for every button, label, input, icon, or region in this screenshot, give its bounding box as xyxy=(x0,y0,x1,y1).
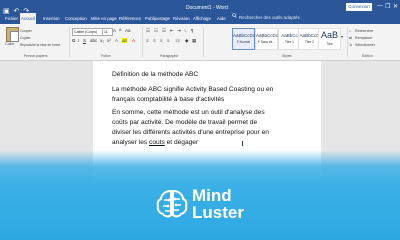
doc-paragraph-line[interactable]: diviser les différents activités d'une e… xyxy=(112,129,269,136)
doc-paragraph-line[interactable]: coûts par activité. De modèle de travail… xyxy=(112,119,257,126)
line-spacing-icon[interactable]: ↕≡ xyxy=(175,38,180,43)
search-icon[interactable] xyxy=(232,13,237,18)
styles-group-label: Styles xyxy=(282,54,292,58)
doc-text-segment: et dégager xyxy=(164,139,199,146)
tab-insertion[interactable]: Insertion xyxy=(42,13,60,24)
group-divider xyxy=(69,27,70,57)
decrease-indent-icon[interactable]: ⇤ xyxy=(170,28,174,34)
grow-font-icon[interactable]: A xyxy=(113,28,116,33)
find-button[interactable]: Rechercher xyxy=(355,29,374,33)
font-color-icon[interactable]: A xyxy=(132,38,135,43)
paste-button-label[interactable]: Coller xyxy=(5,42,14,46)
highlight-icon[interactable]: ab xyxy=(122,38,128,43)
sign-in-button[interactable]: Connexion xyxy=(346,3,372,11)
bullets-icon[interactable]: ☰ xyxy=(146,28,150,34)
font-group-label: Police xyxy=(101,54,111,58)
style-normal[interactable]: AaBbCcDc ¶ Normal xyxy=(232,28,255,50)
align-right-icon[interactable]: ≡ xyxy=(160,38,163,43)
font-name-box[interactable]: Calibri (Corps) xyxy=(72,28,103,36)
tab-conception[interactable]: Conception xyxy=(64,13,88,24)
doc-text-segment: analyser les xyxy=(112,139,150,146)
group-divider xyxy=(142,27,143,57)
bold-icon[interactable]: G xyxy=(72,38,76,43)
doc-paragraph-line[interactable]: En somme, cette méthode est un outil d'a… xyxy=(112,109,265,116)
tab-revision[interactable]: Révision xyxy=(172,13,190,24)
paragraph-group-label: Paragraphe xyxy=(160,54,179,58)
doc-paragraph-line[interactable]: La méthode ABC signifie Activity Based C… xyxy=(112,86,273,93)
document-title: Document1 - Word xyxy=(186,5,228,11)
styles-more-icon[interactable]: ▾ xyxy=(341,34,343,39)
format-painter-button[interactable]: Reproduire la mise en forme xyxy=(20,43,60,47)
tab-references[interactable]: Références xyxy=(118,13,142,24)
replace-icon[interactable]: ⇄ xyxy=(349,36,352,40)
paste-icon[interactable] xyxy=(6,27,19,42)
restore-icon[interactable]: ❐ xyxy=(385,3,390,10)
spelling-error-word[interactable]: couts xyxy=(149,139,165,146)
underline-icon[interactable]: S xyxy=(83,38,86,43)
numbering-icon[interactable]: ☷ xyxy=(154,28,158,34)
brain-logo-icon xyxy=(156,189,188,218)
strikethrough-icon[interactable]: abc xyxy=(90,38,97,43)
show-marks-icon[interactable]: ¶ xyxy=(191,28,193,33)
tell-me-search[interactable]: Rechercher des outils adaptés xyxy=(239,15,300,20)
shrink-font-icon[interactable]: A xyxy=(119,28,122,32)
editing-group-label: Édition xyxy=(362,54,373,58)
borders-icon[interactable]: ▦ xyxy=(192,38,196,44)
increase-indent-icon[interactable]: ⇥ xyxy=(177,28,181,34)
doc-heading-line[interactable]: Définition de la méthode ABC xyxy=(112,71,198,78)
cut-button[interactable]: Couper xyxy=(20,29,32,33)
italic-icon[interactable]: I xyxy=(78,38,79,43)
text-cursor-icon xyxy=(242,141,243,146)
font-size-box[interactable]: 11 xyxy=(102,28,113,36)
close-icon[interactable]: ✕ xyxy=(393,3,398,10)
copy-button[interactable]: Copier xyxy=(20,36,31,40)
style-no-spacing[interactable]: AaBbCcDc ¶ Sans int... xyxy=(255,28,278,50)
justify-icon[interactable]: ≡ xyxy=(167,38,170,43)
text-effects-icon[interactable]: A xyxy=(115,38,118,43)
tab-aide[interactable]: Aide xyxy=(216,13,227,24)
clipboard-group-label: Presse-papiers xyxy=(24,54,48,58)
group-divider xyxy=(347,27,348,57)
tab-accueil[interactable]: Accueil xyxy=(20,13,36,24)
tab-publipostage[interactable]: Publipostage xyxy=(144,13,171,24)
replace-button[interactable]: Remplacer xyxy=(355,36,372,40)
align-center-icon[interactable]: ≡ xyxy=(153,38,156,43)
subscript-icon[interactable]: x₂ xyxy=(100,38,104,43)
shading-icon[interactable]: ◆ xyxy=(185,38,188,44)
select-button[interactable]: Sélectionner xyxy=(355,43,375,47)
style-title[interactable]: AaB Titre xyxy=(318,28,341,50)
title-bar: ▣ ↶ ↷ Document1 - Word Rechercher des ou… xyxy=(0,0,400,24)
doc-paragraph-line[interactable]: français comptabilité à base d'activités xyxy=(112,96,224,103)
tab-mise-en-page[interactable]: Mise en page xyxy=(90,13,118,24)
select-icon[interactable]: ⇲ xyxy=(349,43,352,47)
minimize-icon[interactable]: — xyxy=(377,3,383,9)
group-divider xyxy=(203,27,204,57)
change-case-icon[interactable]: Aa xyxy=(125,28,131,33)
align-left-icon[interactable]: ≡ xyxy=(146,38,149,43)
brand-name-line-2: Luster xyxy=(192,203,244,222)
multilevel-list-icon[interactable]: ☰ xyxy=(162,28,166,34)
find-icon[interactable]: ⌕ xyxy=(349,29,351,33)
sort-icon[interactable]: ↕ xyxy=(184,28,186,33)
ribbon: Coller Couper Copier Reproduire la mise … xyxy=(0,24,400,61)
superscript-icon[interactable]: x² xyxy=(107,38,111,43)
tab-fichier[interactable]: Fichier xyxy=(4,13,19,24)
doc-paragraph-line[interactable]: analyser les couts et dégager xyxy=(112,139,198,146)
tab-affichage[interactable]: Affichage xyxy=(192,13,212,24)
